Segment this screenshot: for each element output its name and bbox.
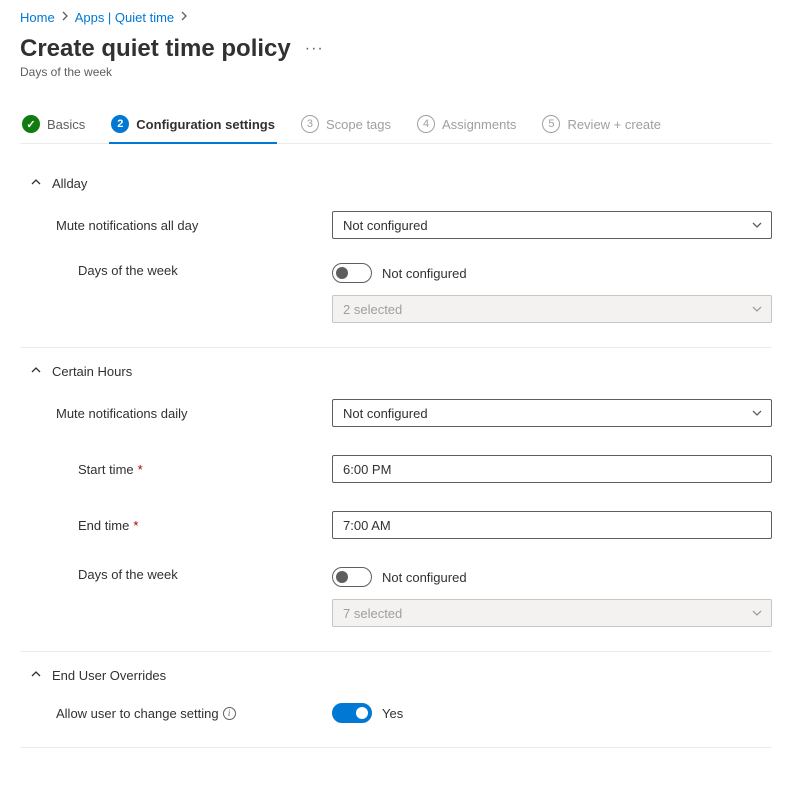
step-number-badge: 5 xyxy=(542,115,560,133)
page-title: Create quiet time policy xyxy=(20,35,291,63)
tab-configuration-settings[interactable]: 2 Configuration settings xyxy=(109,109,277,143)
select-value: Not configured xyxy=(343,406,428,421)
section-certain-hours: Certain Hours Mute notifications daily N… xyxy=(20,348,772,652)
page-subtitle: Days of the week xyxy=(20,65,772,79)
select-value: Not configured xyxy=(343,218,428,233)
allday-days-select: 2 selected xyxy=(332,295,772,323)
select-value: 7 selected xyxy=(343,606,402,621)
section-end-user-overrides: End User Overrides Allow user to change … xyxy=(20,652,772,748)
start-time-label: Start time* xyxy=(20,462,332,477)
info-icon[interactable]: i xyxy=(223,707,236,720)
tab-label: Scope tags xyxy=(326,117,391,132)
certain-days-label: Days of the week xyxy=(20,567,332,582)
check-icon: ✓ xyxy=(22,115,40,133)
section-header-allday[interactable]: Allday xyxy=(20,172,772,195)
breadcrumb: Home Apps | Quiet time xyxy=(20,10,772,25)
end-time-input[interactable] xyxy=(332,511,772,539)
section-allday: Allday Mute notifications all day Not co… xyxy=(20,160,772,348)
allday-days-toggle[interactable] xyxy=(332,263,372,283)
chevron-up-icon xyxy=(30,176,42,191)
breadcrumb-home[interactable]: Home xyxy=(20,10,55,25)
chevron-down-icon xyxy=(751,407,763,419)
chevron-down-icon xyxy=(751,219,763,231)
allday-days-toggle-label: Not configured xyxy=(382,266,467,281)
step-number-badge: 2 xyxy=(111,115,129,133)
chevron-right-icon xyxy=(180,11,188,24)
certain-days-select: 7 selected xyxy=(332,599,772,627)
section-header-overrides[interactable]: End User Overrides xyxy=(20,664,772,687)
allow-user-change-label: Allow user to change setting i xyxy=(20,706,332,721)
step-number-badge: 4 xyxy=(417,115,435,133)
mute-daily-label: Mute notifications daily xyxy=(20,406,332,421)
section-title: Certain Hours xyxy=(52,364,132,379)
tab-scope-tags[interactable]: 3 Scope tags xyxy=(299,109,393,143)
required-indicator: * xyxy=(133,518,138,533)
allday-days-label: Days of the week xyxy=(20,263,332,278)
tab-label: Assignments xyxy=(442,117,516,132)
tab-basics[interactable]: ✓ Basics xyxy=(20,109,87,143)
chevron-right-icon xyxy=(61,11,69,24)
mute-all-day-select[interactable]: Not configured xyxy=(332,211,772,239)
wizard-tabs: ✓ Basics 2 Configuration settings 3 Scop… xyxy=(20,109,772,144)
chevron-up-icon xyxy=(30,668,42,683)
certain-days-toggle-label: Not configured xyxy=(382,570,467,585)
tab-label: Review + create xyxy=(567,117,661,132)
start-time-input[interactable] xyxy=(332,455,772,483)
step-number-badge: 3 xyxy=(301,115,319,133)
tab-label: Configuration settings xyxy=(136,117,275,132)
breadcrumb-apps-quiet-time[interactable]: Apps | Quiet time xyxy=(75,10,174,25)
allow-user-change-toggle-label: Yes xyxy=(382,706,403,721)
select-value: 2 selected xyxy=(343,302,402,317)
end-time-label: End time* xyxy=(20,518,332,533)
tab-assignments[interactable]: 4 Assignments xyxy=(415,109,518,143)
chevron-down-icon xyxy=(751,303,763,315)
allow-user-change-toggle[interactable] xyxy=(332,703,372,723)
mute-all-day-label: Mute notifications all day xyxy=(20,218,332,233)
section-title: End User Overrides xyxy=(52,668,166,683)
required-indicator: * xyxy=(138,462,143,477)
section-header-certain-hours[interactable]: Certain Hours xyxy=(20,360,772,383)
chevron-down-icon xyxy=(751,607,763,619)
section-title: Allday xyxy=(52,176,87,191)
chevron-up-icon xyxy=(30,364,42,379)
mute-daily-select[interactable]: Not configured xyxy=(332,399,772,427)
certain-days-toggle[interactable] xyxy=(332,567,372,587)
tab-review-create[interactable]: 5 Review + create xyxy=(540,109,663,143)
more-actions-button[interactable]: ··· xyxy=(305,40,324,58)
tab-label: Basics xyxy=(47,117,85,132)
